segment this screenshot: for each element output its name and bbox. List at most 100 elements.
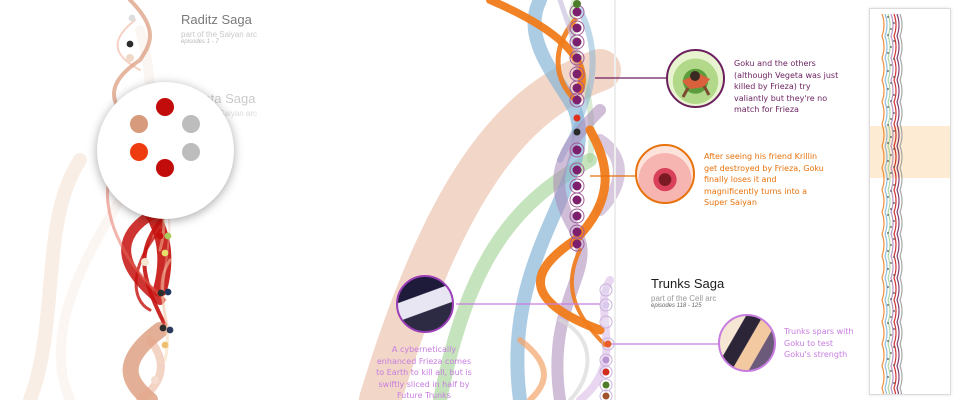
episode-node [602,368,610,376]
legend-dot [182,143,200,161]
minimap-node [893,94,895,96]
episode-node [126,40,134,48]
scene-thumbnail-vegeta-killed[interactable] [666,49,725,108]
legend-dot [182,115,200,133]
episode-node [572,69,582,79]
minimap-node [893,58,895,60]
episode-node [572,37,582,47]
episode-node [164,288,172,296]
episode-node [572,195,582,205]
minimap-node [893,292,895,294]
episode-node [572,211,582,221]
minimap-node [887,376,889,378]
minimap-strand [896,13,900,394]
saga-label-raditz: Raditz Saga part of the Saiyan arc episo… [181,12,257,45]
minimap-node [890,172,892,174]
episode-node-faded [151,376,159,384]
scene-thumbnail-super-saiyan[interactable] [635,144,695,204]
minimap-node [893,40,895,42]
minimap-node [890,28,892,30]
episode-node [156,232,164,240]
minimap-strands [881,13,903,394]
episode-node [573,128,581,136]
legend-dot [156,98,174,116]
minimap-node [890,82,892,84]
minimap-node [887,142,889,144]
annotation-super-saiyan: After seeing his friend Krillin get dest… [704,152,824,208]
episode-node [604,340,612,348]
minimap-node [893,202,895,204]
saga-episodes: episodes 1 - 7 [181,39,219,45]
minimap-node [887,250,889,252]
legend-dot [130,143,148,161]
episode-node [572,83,582,93]
episode-node [602,318,610,326]
minimap-node [890,316,892,318]
annotation-frieza-sliced: A cybernetically enhanced Frieza comes t… [376,345,472,400]
minimap-node [890,244,892,246]
episode-node [572,239,582,249]
minimap-node [890,46,892,48]
minimap-node [890,334,892,336]
saga-subtitle: part of the Cell arc [651,294,717,303]
minimap-node [887,124,889,126]
minimap-icon[interactable] [869,8,951,395]
minimap-node [887,34,889,36]
minimap-node [890,64,892,66]
annotation-trunks-spars: Trunks spars with Goku to test Goku's st… [784,327,854,360]
minimap-node [890,136,892,138]
minimap-node [893,256,895,258]
episode-node [166,326,174,334]
annotation-vegeta-killed: Goku and the others (although Vegeta was… [734,59,839,115]
minimap-node [893,130,895,132]
minimap-node [890,280,892,282]
minimap-node [890,262,892,264]
minimap-node [893,148,895,150]
minimap-node [893,310,895,312]
saga-label-trunks: Trunks Saga part of the Cell arc episode… [651,276,724,309]
minimap-node [893,22,895,24]
minimap-node [887,88,889,90]
minimap-node [887,160,889,162]
minimap-node [887,196,889,198]
legend-bubble-icon[interactable] [97,82,234,219]
minimap-node [890,226,892,228]
minimap-node [893,364,895,366]
saga-subtitle: part of the Saiyan arc [181,30,258,39]
episode-node [157,289,165,297]
minimap-node [887,232,889,234]
minimap-strand [893,13,897,394]
minimap-strand [899,13,903,394]
minimap-node [893,76,895,78]
episode-node [572,227,582,237]
minimap-node [890,352,892,354]
minimap-node [893,382,895,384]
minimap-node [887,358,889,360]
episode-node [602,286,610,294]
minimap-node [890,118,892,120]
episode-node [602,392,610,400]
episode-node [572,145,582,155]
minimap-node [887,304,889,306]
episode-node [164,232,172,240]
minimap-node [893,274,895,276]
minimap-node [887,70,889,72]
scene-thumbnail-trunks-spars[interactable] [718,314,776,372]
episode-node [573,114,581,122]
minimap-node [893,238,895,240]
scene-thumbnail-frieza-sliced[interactable] [396,275,454,333]
minimap-node [887,286,889,288]
minimap-node [887,268,889,270]
episode-node-faded [126,54,134,62]
episode-node [572,95,582,105]
episode-node [128,14,136,22]
scene-figure-icon [681,71,711,98]
minimap-node [893,328,895,330]
saga-title: Raditz Saga [181,12,252,27]
episode-node-faded [141,258,149,266]
minimap-node [893,184,895,186]
minimap-node [887,16,889,18]
minimap-node [893,220,895,222]
timeline-stage[interactable]: Raditz Saga part of the Saiyan arc episo… [0,0,960,400]
episode-node [602,301,610,309]
